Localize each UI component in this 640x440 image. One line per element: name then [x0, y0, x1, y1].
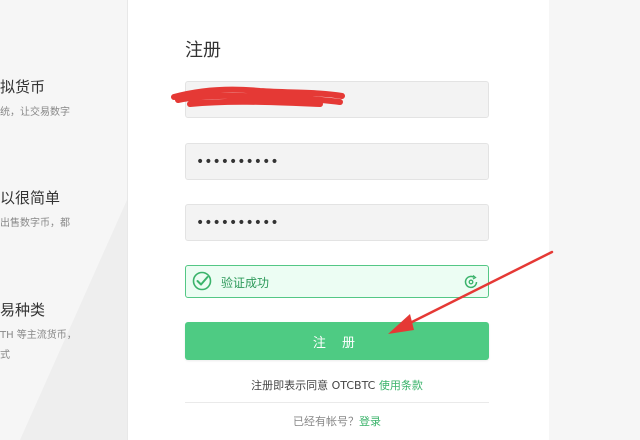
- register-card: 注册 •••••••••• •••••••••• 验证成功 注 册 注册即表示同…: [127, 0, 550, 440]
- feature-description: 出售数字币，都: [0, 218, 70, 229]
- password-field[interactable]: ••••••••••: [185, 143, 489, 180]
- divider: [185, 402, 489, 403]
- feature-title: 拟货币: [0, 78, 46, 96]
- terms-link[interactable]: 使用条款: [379, 379, 423, 392]
- feature-item: 拟货币 统，让交易数字: [0, 76, 70, 123]
- feature-description: TH 等主流货币，: [0, 330, 77, 341]
- confirm-password-field[interactable]: ••••••••••: [185, 204, 489, 241]
- feature-title: 以很简单: [0, 189, 61, 207]
- page-title: 注册: [185, 40, 221, 61]
- feature-description: 统，让交易数字: [0, 107, 70, 118]
- redaction-scribble: [171, 86, 345, 107]
- annotation-arrow: [388, 250, 554, 334]
- left-feature-panel: 拟货币 统，让交易数字 以很简单 出售数字币，都 易种类 TH 等主流货币， 式: [0, 0, 127, 440]
- feature-item: 易种类 TH 等主流货币， 式: [0, 299, 77, 366]
- feature-description: 式: [0, 350, 10, 361]
- terms-prefix-text: 注册即表示同意 OTCBTC: [251, 379, 379, 392]
- login-prefix-text: 已经有帐号？: [293, 415, 359, 428]
- login-link[interactable]: 登录: [359, 415, 381, 428]
- right-background: [549, 0, 640, 440]
- terms-agreement: 注册即表示同意 OTCBTC 使用条款: [185, 377, 489, 393]
- check-circle-icon: [192, 271, 212, 291]
- captcha-status-text: 验证成功: [221, 276, 270, 290]
- feature-title: 易种类: [0, 301, 46, 319]
- feature-item: 以很简单 出售数字币，都: [0, 187, 70, 234]
- login-prompt: 已经有帐号？登录: [185, 413, 489, 429]
